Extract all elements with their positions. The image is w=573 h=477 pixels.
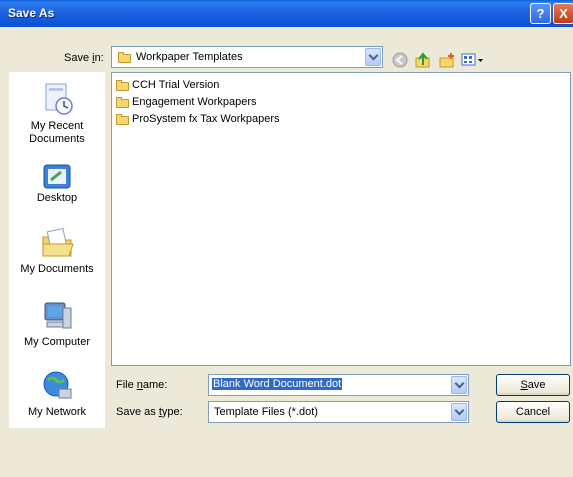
folder-name: CCH Trial Version	[132, 79, 220, 91]
my-network-icon	[43, 371, 72, 399]
title-bar[interactable]: Save As ? X	[0, 0, 573, 27]
place-label: Desktop	[36, 192, 78, 204]
help-button[interactable]: ?	[530, 3, 551, 24]
place-label: Documents	[29, 133, 85, 145]
file-name-label: File name:	[116, 379, 168, 391]
place-label: My Documents	[20, 263, 94, 275]
place-my-recent-documents[interactable]: My Recent Documents	[9, 82, 105, 160]
file-name-input[interactable]: Blank Word Document.dot	[208, 374, 469, 396]
folder-icon	[116, 97, 129, 108]
dialog-title: Save As	[8, 6, 55, 20]
folder-icon	[118, 52, 131, 63]
save-in-value: Workpaper Templates	[136, 51, 243, 63]
save-as-dialog: Save As ? X Save in: Workpaper Templates	[0, 0, 573, 477]
place-my-documents[interactable]: My Documents	[9, 227, 105, 287]
up-folder-icon[interactable]	[414, 52, 432, 70]
place-label: My Network	[27, 406, 87, 418]
place-my-network[interactable]: My Network	[9, 370, 105, 426]
save-as-type-label: Save as type:	[116, 406, 183, 418]
places-bar: My Recent Documents Desktop My Documents	[9, 72, 105, 428]
folder-icon	[116, 80, 129, 91]
chevron-down-icon[interactable]	[451, 403, 467, 421]
save-in-dropdown[interactable]: Workpaper Templates	[111, 46, 383, 68]
file-name-value: Blank Word Document.dot	[212, 378, 343, 390]
folder-name: ProSystem fx Tax Workpapers	[132, 113, 280, 125]
folder-icon	[116, 114, 129, 125]
cancel-button[interactable]: Cancel	[496, 401, 570, 423]
views-menu-icon[interactable]	[461, 52, 485, 68]
save-as-type-value: Template Files (*.dot)	[214, 406, 318, 418]
place-label: My Computer	[23, 336, 91, 348]
save-as-type-dropdown[interactable]: Template Files (*.dot)	[208, 401, 469, 423]
desktop-icon	[43, 164, 71, 189]
chevron-down-icon[interactable]	[365, 48, 381, 66]
back-icon[interactable]	[392, 52, 408, 68]
place-label: My Recent	[30, 120, 84, 132]
chevron-down-icon[interactable]	[451, 376, 467, 394]
save-in-label: Save in:	[64, 52, 104, 64]
close-button[interactable]: X	[553, 3, 573, 24]
my-computer-icon	[44, 302, 72, 329]
place-desktop[interactable]: Desktop	[9, 162, 105, 222]
my-documents-icon	[42, 227, 74, 257]
file-list[interactable]: CCH Trial Version Engagement Workpapers …	[111, 72, 571, 366]
recent-documents-icon	[45, 83, 73, 115]
new-folder-icon[interactable]	[438, 52, 456, 70]
place-my-computer[interactable]: My Computer	[9, 300, 105, 360]
save-button[interactable]: Save	[496, 374, 570, 396]
folder-name: Engagement Workpapers	[132, 96, 257, 108]
